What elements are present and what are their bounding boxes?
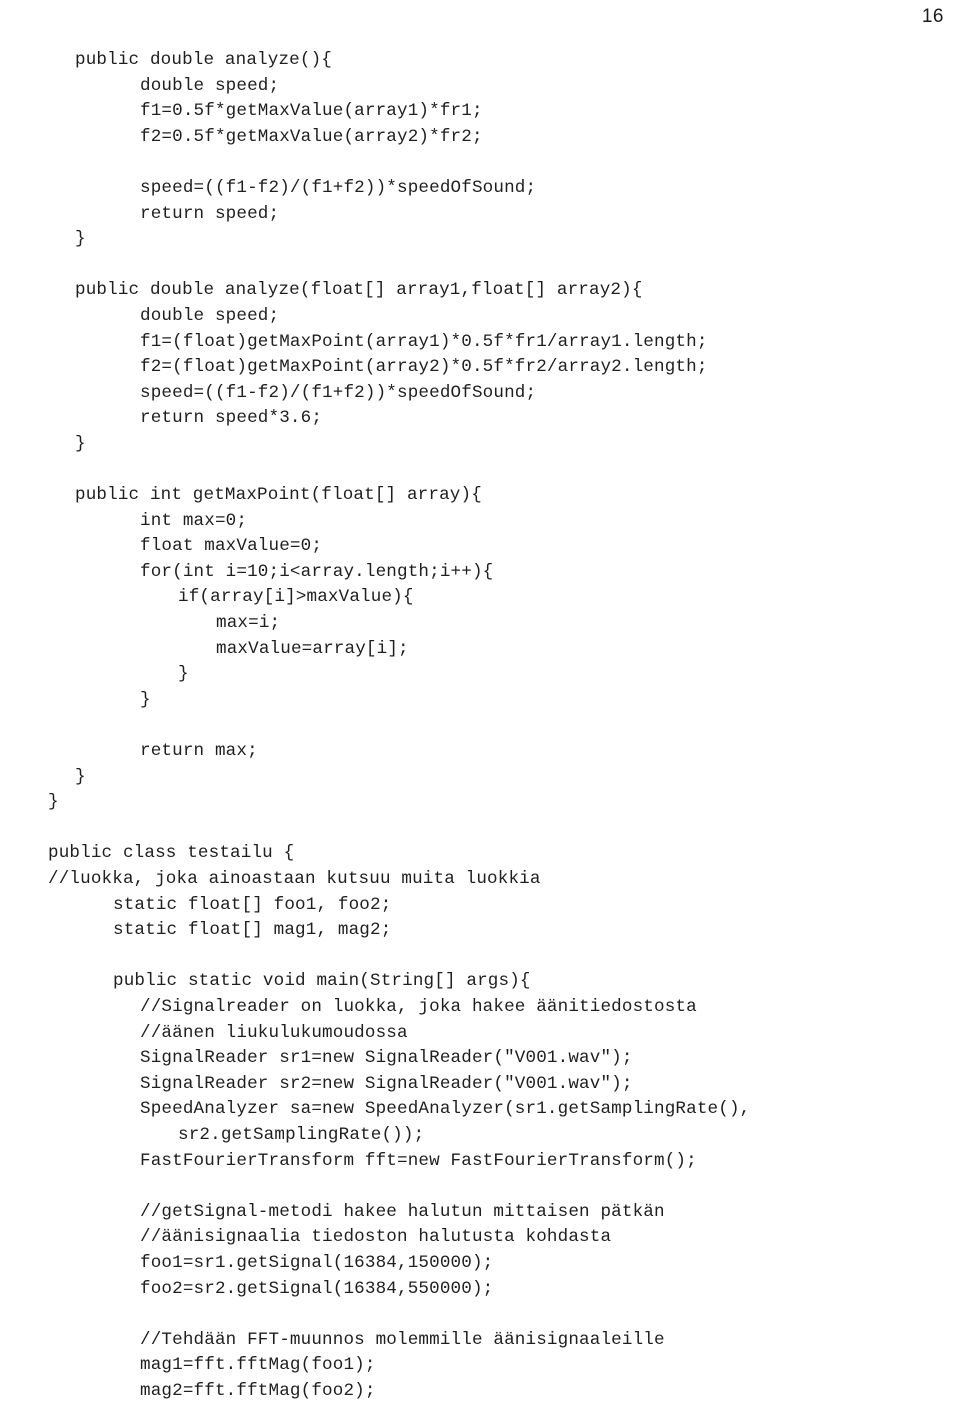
- code-line: SignalReader sr1=new SignalReader("V001.…: [140, 1048, 633, 1069]
- code-line: }: [140, 689, 151, 710]
- code-line: if(array[i]>maxValue){: [178, 587, 414, 608]
- code-line: }: [48, 792, 59, 813]
- code-line: return max;: [140, 741, 258, 762]
- code-line: double speed;: [140, 75, 280, 96]
- code-line: }: [75, 766, 86, 787]
- code-line: static float[] mag1, mag2;: [113, 920, 392, 941]
- code-line: public class testailu {: [48, 843, 295, 864]
- code-line: public int getMaxPoint(float[] array){: [75, 485, 482, 506]
- code-line: f1=0.5f*getMaxValue(array1)*fr1;: [140, 101, 483, 122]
- code-line: foo2=sr2.getSignal(16384,550000);: [140, 1278, 494, 1299]
- code-line: mag2=fft.fftMag(foo2);: [140, 1380, 376, 1401]
- code-line: FastFourierTransform fft=new FastFourier…: [140, 1150, 697, 1171]
- code-line: }: [178, 664, 189, 685]
- code-line: SignalReader sr2=new SignalReader("V001.…: [140, 1073, 633, 1094]
- code-line: SpeedAnalyzer sa=new SpeedAnalyzer(sr1.g…: [140, 1099, 751, 1120]
- code-line: public double analyze(float[] array1,flo…: [75, 280, 643, 301]
- code-block: public double analyze(){ double speed; f1=…: [0, 48, 960, 1404]
- code-line: int max=0;: [140, 510, 248, 531]
- code-line: foo1=sr1.getSignal(16384,150000);: [140, 1252, 494, 1273]
- code-line: //getSignal-metodi hakee halutun mittais…: [140, 1201, 665, 1222]
- code-line: maxValue=array[i];: [216, 638, 409, 659]
- page-number: 16: [921, 6, 944, 27]
- code-line: f2=(float)getMaxPoint(array2)*0.5f*fr2/a…: [140, 357, 708, 378]
- code-line: f2=0.5f*getMaxValue(array2)*fr2;: [140, 126, 483, 147]
- code-line: return speed;: [140, 203, 280, 224]
- code-line: public static void main(String[] args){: [113, 971, 531, 992]
- code-line: f1=(float)getMaxPoint(array1)*0.5f*fr1/a…: [140, 331, 708, 352]
- code-line: max=i;: [216, 613, 281, 634]
- code-line: speed=((f1-f2)/(f1+f2))*speedOfSound;: [140, 382, 537, 403]
- code-line: //Tehdään FFT-muunnos molemmille äänisig…: [140, 1329, 665, 1350]
- code-line: return speed*3.6;: [140, 408, 323, 429]
- code-line: static float[] foo1, foo2;: [113, 894, 392, 915]
- code-line: mag1=fft.fftMag(foo1);: [140, 1355, 376, 1376]
- code-line: //Signalreader on luokka, joka hakee ään…: [140, 996, 697, 1017]
- code-line: //äänen liukulukumoudossa: [140, 1022, 408, 1043]
- code-line: speed=((f1-f2)/(f1+f2))*speedOfSound;: [140, 177, 537, 198]
- code-line: }: [75, 229, 86, 250]
- code-line: }: [75, 433, 86, 454]
- code-line: sr2.getSamplingRate());: [178, 1124, 425, 1145]
- code-line: public double analyze(){: [75, 50, 332, 70]
- code-line: //luokka, joka ainoastaan kutsuu muita l…: [48, 869, 541, 889]
- code-line: //äänisignaalia tiedoston halutusta kohd…: [140, 1227, 612, 1248]
- code-line: for(int i=10;i<array.length;i++){: [140, 561, 494, 582]
- code-line: float maxValue=0;: [140, 536, 323, 557]
- code-line: double speed;: [140, 305, 280, 326]
